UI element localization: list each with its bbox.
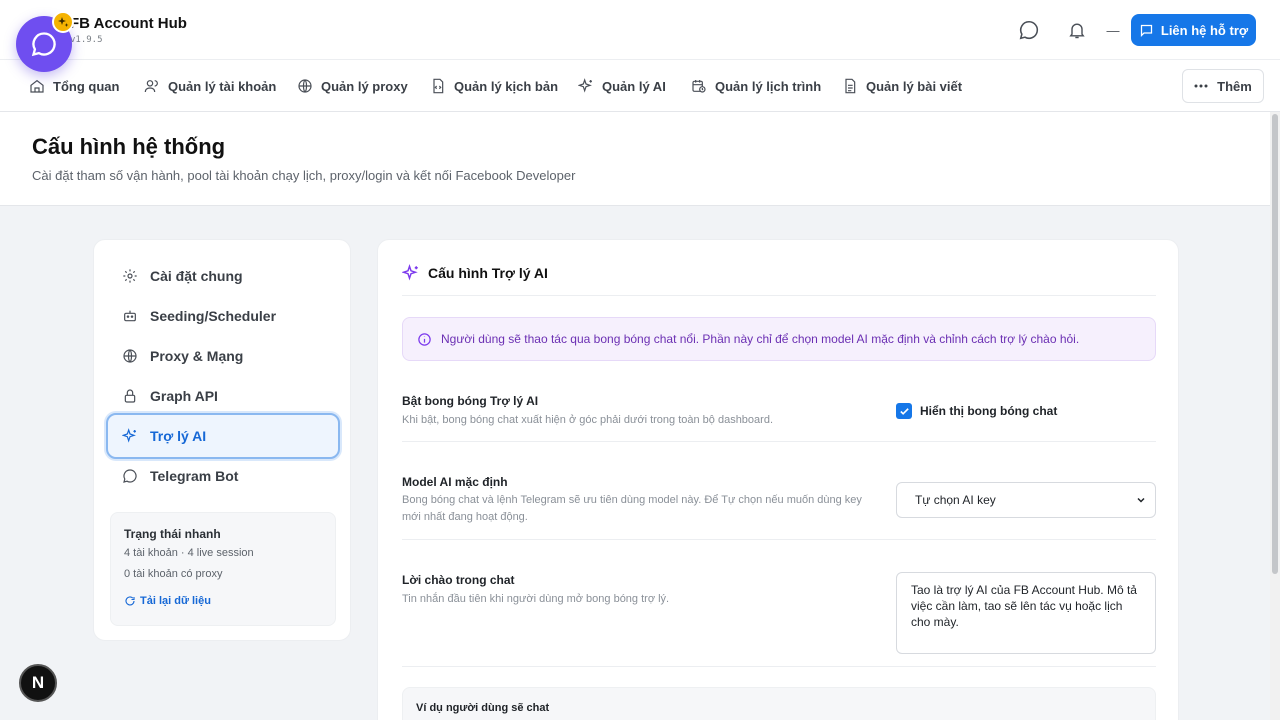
more-menu-label: Thêm: [1217, 78, 1252, 94]
app-version: v1.9.5: [70, 35, 103, 45]
nav-item-ai[interactable]: Quản lý AI: [578, 60, 666, 112]
sidebar-item-label: Proxy & Mạng: [150, 348, 244, 364]
lock-icon: [124, 389, 136, 403]
sparkles-icon: [578, 78, 592, 93]
globe-icon: [123, 349, 137, 363]
panel-heading: Cấu hình Trợ lý AI: [402, 264, 548, 282]
default-model-desc: Bong bóng chat và lệnh Telegram sẽ ưu ti…: [402, 494, 862, 523]
check-icon: [899, 407, 909, 415]
users-icon: [144, 80, 158, 93]
refresh-icon: [125, 596, 135, 606]
settings-sidebar: Cài đặt chung Seeding/Scheduler Proxy & …: [93, 239, 351, 641]
greeting-desc: Tin nhắn đầu tiên khi người dùng mở bong…: [402, 593, 670, 605]
sidebar-item-label: Trợ lý AI: [150, 428, 207, 444]
support-button[interactable]: Liên hệ hỗ trợ: [1131, 14, 1256, 46]
panel-title: Cấu hình Trợ lý AI: [428, 265, 548, 281]
default-model-label: Model AI mặc định: [402, 475, 508, 489]
bell-icon[interactable]: [1065, 18, 1089, 42]
home-icon: [30, 79, 44, 93]
default-model-select[interactable]: Tự chọn AI key: [896, 482, 1156, 518]
nav-item-schedule[interactable]: Quản lý lịch trình: [691, 60, 821, 112]
reload-data-label: Tải lại dữ liệu: [140, 595, 211, 607]
chat-bubble-icon: [31, 32, 56, 57]
divider: [402, 539, 1156, 540]
sidebar-item-label: Graph API: [150, 388, 218, 404]
sidebar-item-label: Seeding/Scheduler: [150, 308, 277, 324]
default-model-selected: Tự chọn AI key: [915, 493, 996, 507]
chat-example-title: Ví dụ người dùng sẽ chat: [416, 702, 550, 714]
message-square-icon: [1140, 24, 1152, 37]
document-icon: [845, 78, 856, 94]
gear-icon: [123, 269, 137, 283]
sparkle-badge-icon: [52, 11, 74, 33]
more-dots-icon: [1194, 84, 1208, 88]
page-header: Cấu hình hệ thống Cài đặt tham số vận hà…: [0, 112, 1280, 206]
sparkles-icon: [402, 264, 418, 281]
greeting-label: Lời chào trong chat: [402, 573, 515, 587]
show-bubble-checkbox-row[interactable]: Hiển thị bong bóng chat: [896, 403, 1057, 419]
divider: [402, 295, 1156, 296]
chat-icon: [123, 469, 137, 483]
quick-status-accounts: 4 tài khoản · 4 live session: [124, 547, 254, 559]
enable-bubble-label: Bật bong bóng Trợ lý AI: [402, 394, 539, 408]
divider: [402, 666, 1156, 667]
nav-item-label: Quản lý tài khoản: [168, 78, 277, 94]
minimize-button[interactable]: —: [1101, 18, 1125, 42]
info-icon: [418, 332, 431, 346]
nav-item-label: Quản lý kịch bản: [454, 78, 559, 94]
ai-config-panel: Cấu hình Trợ lý AI Người dùng sẽ thao tá…: [377, 239, 1179, 720]
reload-data-link[interactable]: Tải lại dữ liệu: [124, 595, 211, 607]
script-file-icon: [433, 78, 444, 94]
show-bubble-checkbox[interactable]: [896, 403, 912, 419]
sparkles-icon: [122, 428, 136, 443]
nav-item-scripts[interactable]: Quản lý kịch bản: [430, 60, 558, 112]
sidebar-item-label: Telegram Bot: [150, 468, 239, 484]
nextjs-dev-badge[interactable]: N: [19, 664, 57, 702]
info-banner: Người dùng sẽ thao tác qua bong bóng cha…: [402, 317, 1156, 361]
chat-icon[interactable]: [1017, 18, 1041, 42]
nav-item-label: Quản lý AI: [602, 78, 666, 94]
page-title: Cấu hình hệ thống: [32, 134, 226, 159]
nav-item-label: Quản lý bài viết: [866, 78, 963, 94]
sidebar-item-telegram[interactable]: Telegram Bot: [106, 453, 340, 499]
enable-bubble-desc: Khi bật, bong bóng chat xuất hiện ở góc …: [402, 414, 773, 426]
app-title: FB Account Hub: [70, 15, 187, 32]
top-bar: FB Account Hub v1.9.5 — Liên hệ hỗ trợ: [0, 0, 1280, 60]
sidebar-item-label: Cài đặt chung: [150, 268, 243, 284]
info-text: Người dùng sẽ thao tác qua bong bóng cha…: [441, 332, 1080, 346]
quick-status-panel: Trạng thái nhanh 4 tài khoản · 4 live se…: [110, 512, 336, 626]
scrollbar-thumb[interactable]: [1272, 114, 1278, 574]
nav-item-label: Quản lý proxy: [321, 78, 408, 94]
nav-item-label: Tổng quan: [53, 78, 120, 94]
nav-item-posts[interactable]: Quản lý bài viết: [842, 60, 962, 112]
nav-item-proxy[interactable]: Quản lý proxy: [297, 60, 408, 112]
more-menu-button[interactable]: Thêm: [1182, 69, 1264, 103]
globe-icon: [298, 79, 312, 93]
nav-item-label: Quản lý lịch trình: [715, 78, 822, 94]
nav-item-accounts[interactable]: Quản lý tài khoản: [144, 60, 276, 112]
quick-status-proxies: 0 tài khoản có proxy: [124, 568, 223, 580]
page-subtitle: Cài đặt tham số vận hành, pool tài khoản…: [32, 168, 576, 183]
quick-status-title: Trạng thái nhanh: [124, 527, 221, 541]
main-nav: Tổng quan Quản lý tài khoản Quản lý prox…: [0, 60, 1280, 112]
support-button-label: Liên hệ hỗ trợ: [1160, 22, 1249, 38]
show-bubble-checkbox-label: Hiển thị bong bóng chat: [920, 404, 1058, 418]
chevron-down-icon: [1137, 497, 1145, 503]
bot-icon: [124, 310, 136, 322]
calendar-clock-icon: [692, 80, 706, 93]
divider: [402, 441, 1156, 442]
chat-example-box: Ví dụ người dùng sẽ chat: [402, 687, 1156, 720]
greeting-textarea[interactable]: Tao là trợ lý AI của FB Account Hub. Mô …: [896, 572, 1156, 654]
